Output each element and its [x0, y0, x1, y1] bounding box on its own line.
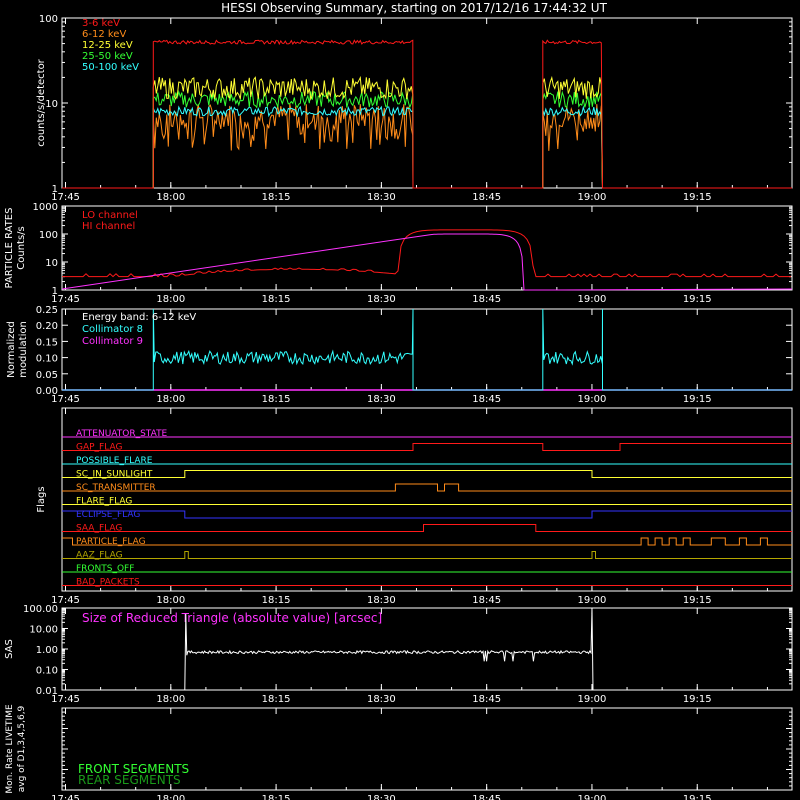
x-tick-label: 19:15	[683, 294, 712, 305]
x-tick-label: 18:45	[472, 294, 501, 305]
y-tick-label: 1000	[33, 202, 58, 213]
legend-entry: 6-12 keV	[82, 29, 126, 40]
x-tick-label: 18:15	[262, 294, 291, 305]
chart-title: HESSI Observing Summary, starting on 201…	[221, 1, 607, 15]
y-tick-label: 1	[52, 286, 58, 297]
x-tick-label: 18:30	[367, 394, 396, 405]
y-axis-label: Normalized	[6, 321, 17, 378]
y-tick-label: 100	[39, 14, 58, 25]
y-axis-label: modulation	[18, 321, 29, 378]
x-tick-label: 18:45	[472, 595, 501, 606]
flag-trace	[62, 443, 792, 451]
x-tick-label: 19:15	[683, 595, 712, 606]
x-tick-label: 18:15	[262, 394, 291, 405]
y-axis-label: PARTICLE RATES	[4, 208, 15, 289]
y-axis-label: Counts/s	[16, 226, 27, 270]
flag-trace	[62, 470, 792, 478]
y-tick-label: 1.00	[36, 645, 58, 656]
x-tick-label: 18:15	[262, 694, 291, 705]
x-tick-label: 19:15	[683, 794, 712, 800]
panel-frame	[61, 407, 793, 592]
y-tick-label: 10	[45, 258, 58, 269]
legend-entry: 25-50 keV	[82, 51, 133, 62]
legend-entry: REAR SEGMENTS	[78, 773, 181, 787]
x-tick-label: 19:00	[578, 294, 607, 305]
x-tick-label: 18:30	[367, 294, 396, 305]
y-axis-label: avg of D1,3,4,5,6,9	[17, 705, 27, 792]
y-tick-label: 10	[45, 99, 58, 110]
x-tick-label: 19:00	[578, 394, 607, 405]
x-tick-label: 17:45	[51, 794, 80, 800]
count-rate-series-line	[62, 39, 792, 189]
y-tick-label: 0.05	[36, 370, 58, 381]
x-tick-label: 19:00	[578, 694, 607, 705]
y-tick-label: 0.00	[36, 386, 58, 397]
x-tick-label: 18:45	[472, 192, 501, 203]
x-tick-label: 19:15	[683, 694, 712, 705]
legend-entry: Collimator 8	[82, 324, 143, 335]
x-tick-label: 18:30	[367, 694, 396, 705]
count-rate-series-line	[62, 90, 792, 189]
x-tick-label: 18:30	[367, 794, 396, 800]
y-axis-label: Mon. Rate LIVETIME	[5, 704, 15, 794]
x-tick-label: 18:45	[472, 794, 501, 800]
y-tick-label: 0.01	[36, 686, 58, 697]
flag-trace	[62, 483, 792, 492]
x-tick-label: 18:15	[262, 595, 291, 606]
legend-entry: LO channel	[82, 210, 138, 221]
x-tick-label: 18:15	[262, 794, 291, 800]
y-tick-label: 1	[52, 184, 58, 195]
summary-plot-canvas: HESSI Observing Summary, starting on 201…	[4, 1, 793, 800]
flag-trace	[62, 510, 792, 519]
count-rate-series-line	[62, 103, 792, 189]
x-tick-label: 19:15	[683, 192, 712, 203]
x-tick-label: 18:00	[156, 394, 185, 405]
flag-trace	[62, 551, 792, 559]
panel-frame	[61, 205, 793, 291]
y-axis-label: Flags	[36, 486, 47, 512]
x-tick-label: 18:30	[367, 192, 396, 203]
x-tick-label: 18:00	[156, 294, 185, 305]
x-tick-label: 18:00	[156, 694, 185, 705]
flag-trace	[62, 524, 792, 532]
hi-channel-line	[61, 233, 793, 291]
y-axis-label: counts/s/detector	[36, 58, 47, 146]
x-tick-label: 18:00	[156, 192, 185, 203]
sas-panel-title: Size of Reduced Triangle (absolute value…	[82, 611, 382, 625]
count-rate-series-line	[62, 75, 792, 189]
x-tick-label: 19:00	[578, 794, 607, 800]
y-tick-label: 0.25	[36, 305, 58, 316]
x-tick-label: 18:15	[262, 192, 291, 203]
flag-trace	[62, 537, 792, 546]
legend-entry: 12-25 keV	[82, 40, 133, 51]
x-tick-label: 19:00	[578, 192, 607, 203]
y-tick-label: 0.20	[36, 321, 58, 332]
count-rate-series-line	[62, 105, 792, 189]
x-tick-label: 18:00	[156, 794, 185, 800]
y-tick-label: 0.10	[36, 354, 58, 365]
legend-entry: 3-6 keV	[82, 18, 120, 29]
legend-entry: 50-100 keV	[82, 62, 139, 73]
y-tick-label: 0.10	[36, 666, 58, 677]
y-tick-label: 10.00	[29, 625, 58, 636]
energy-band-label: Energy band: 6-12 keV	[82, 312, 196, 323]
x-tick-label: 18:45	[472, 394, 501, 405]
y-axis-label: SAS	[4, 639, 15, 659]
y-tick-label: 100.00	[23, 604, 58, 615]
lo-channel-line	[62, 229, 791, 278]
x-tick-label: 19:15	[683, 394, 712, 405]
x-tick-label: 18:45	[472, 694, 501, 705]
x-tick-label: 19:00	[578, 595, 607, 606]
legend-entry: HI channel	[82, 221, 135, 232]
x-tick-label: 18:30	[367, 595, 396, 606]
observing-summary: HESSI Observing Summary, starting on 201…	[0, 0, 800, 800]
legend-entry: Collimator 9	[82, 336, 143, 347]
y-tick-label: 0.15	[36, 337, 58, 348]
y-tick-label: 100	[39, 230, 58, 241]
x-tick-label: 18:00	[156, 595, 185, 606]
